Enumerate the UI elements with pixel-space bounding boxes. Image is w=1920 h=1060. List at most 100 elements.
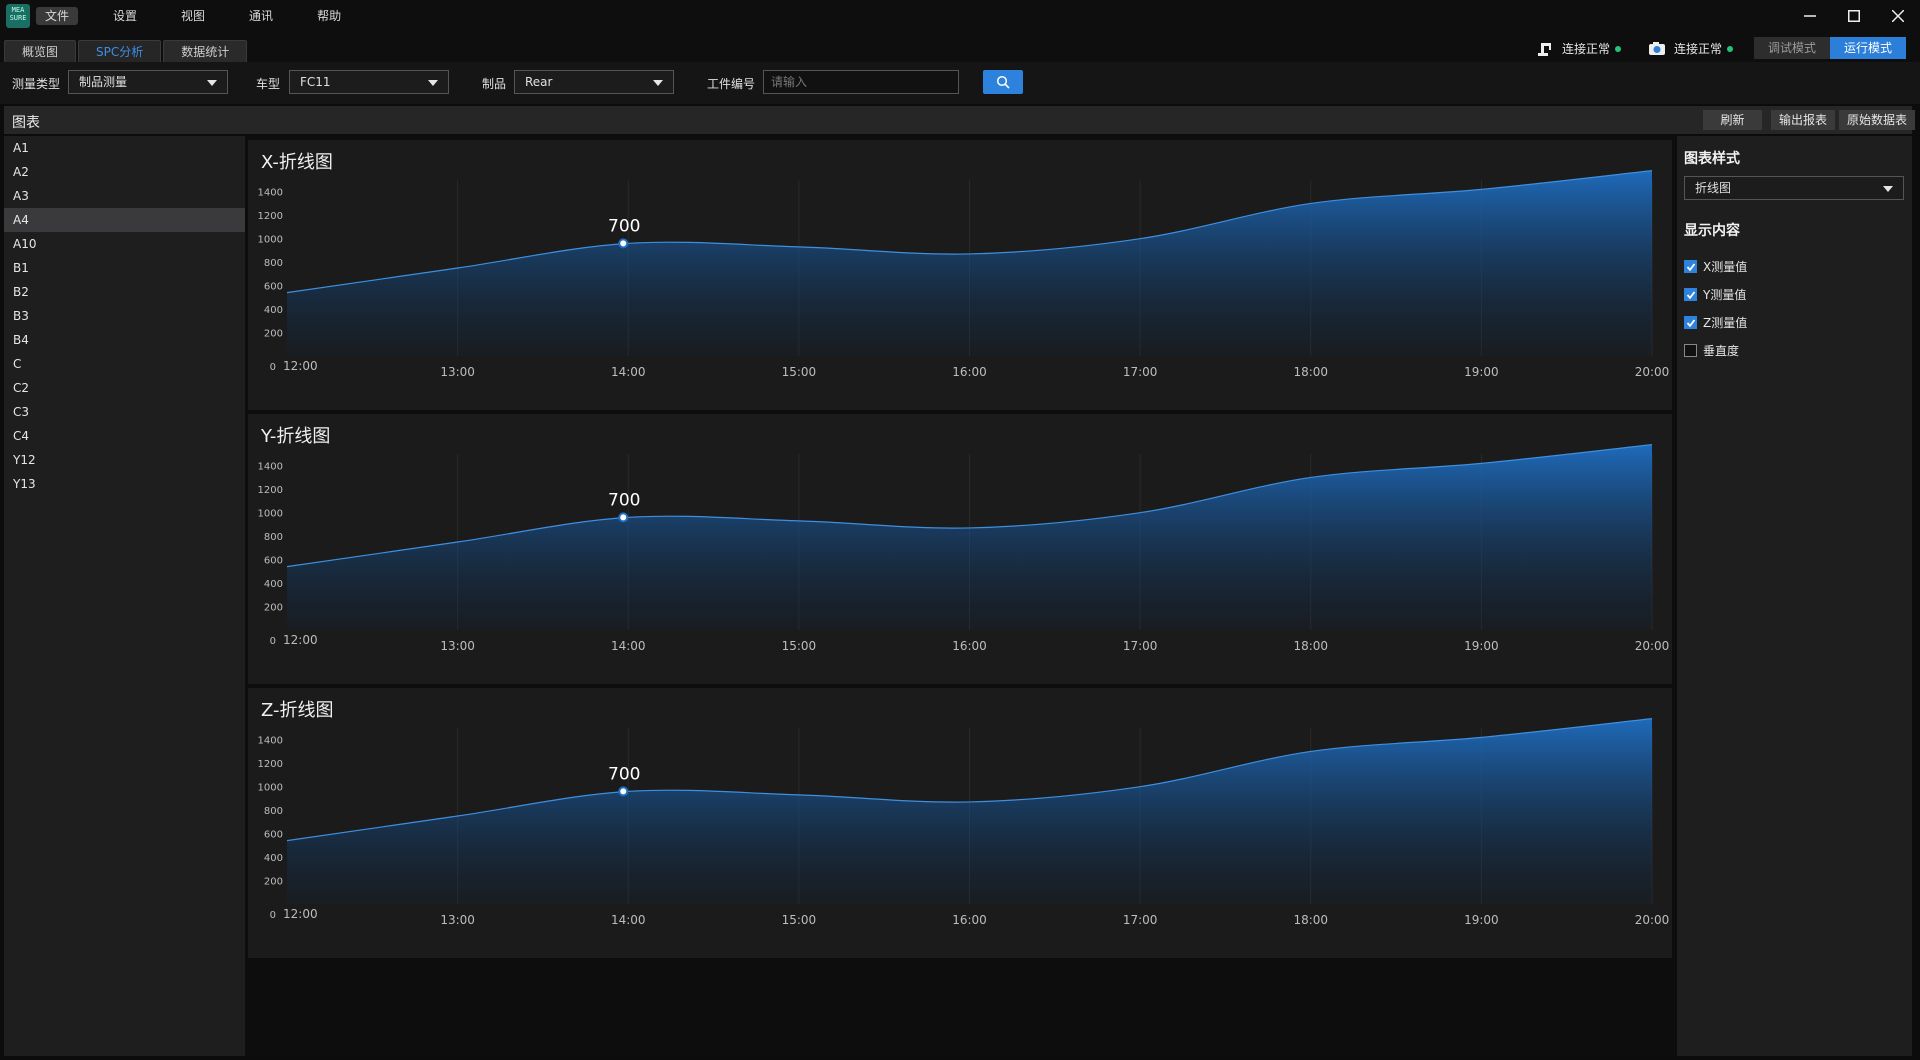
x-tick-label: 13:00 — [440, 913, 475, 927]
y-tick-label: 0 — [270, 362, 276, 373]
measure-type-select[interactable]: 制品测量 — [68, 70, 228, 94]
tab-overview[interactable]: 概览图 — [4, 40, 77, 62]
y-tick-label: 400 — [264, 853, 283, 864]
y-line-chart: 0 200 400 600 800 1000 1200 1400 12:00 13:00 14:00… — [258, 444, 1669, 653]
x-tick-label: 19:00 — [1464, 913, 1499, 927]
sidebar-item-b1[interactable]: B1 — [4, 256, 245, 280]
main-tabs: 概览图 SPC分析 数据统计 — [4, 40, 249, 62]
highlight-label: 700 — [608, 490, 640, 510]
sidebar-item-c[interactable]: C — [4, 352, 245, 376]
mode-switch: 调试模式 运行模式 — [1753, 37, 1906, 59]
checkbox-row[interactable]: 垂直度 — [1684, 342, 1739, 359]
minimize-icon[interactable] — [1788, 0, 1832, 32]
x-tick-label: 20:00 — [1635, 913, 1670, 927]
y-tick-label: 1400 — [258, 188, 283, 199]
menu-file[interactable]: 文件 — [36, 7, 79, 25]
chart-style-select[interactable]: 折线图 — [1684, 176, 1904, 200]
highlight-point[interactable] — [618, 238, 629, 249]
sidebar-item-b2[interactable]: B2 — [4, 280, 245, 304]
menu-comm[interactable]: 通讯 — [240, 7, 282, 25]
y-tick-label: 800 — [264, 258, 283, 269]
sidebar-item-y12[interactable]: Y12 — [4, 448, 245, 472]
sidebar-item-b3[interactable]: B3 — [4, 304, 245, 328]
search-icon — [996, 75, 1010, 89]
sidebar-item-c4[interactable]: C4 — [4, 424, 245, 448]
refresh-button[interactable]: 刷新 — [1703, 110, 1762, 130]
camera-status-label: 连接正常 — [1674, 42, 1723, 56]
chart-card-y: 0 200 400 600 800 1000 1200 1400 12:00 13:00 14:00… — [248, 414, 1672, 684]
measure-type-label: 测量类型 — [12, 77, 61, 91]
sidebar-item-c3[interactable]: C3 — [4, 400, 245, 424]
highlight-point[interactable] — [618, 786, 629, 797]
checkbox-checked-icon[interactable] — [1684, 260, 1697, 273]
menu-view[interactable]: 视图 — [172, 7, 214, 25]
sidebar-item-a3[interactable]: A3 — [4, 184, 245, 208]
checkbox-checked-icon[interactable] — [1684, 316, 1697, 329]
raw-data-button[interactable]: 原始数据表 — [1839, 110, 1916, 130]
checkbox-checked-icon[interactable] — [1684, 288, 1697, 301]
tab-spc[interactable]: SPC分析 — [78, 40, 162, 62]
y-tick-label: 200 — [264, 329, 283, 340]
search-button[interactable] — [983, 70, 1023, 94]
chart-style-value: 折线图 — [1695, 181, 1732, 195]
highlight-point[interactable] — [618, 512, 629, 523]
z-line-chart: 0 200 400 600 800 1000 1200 1400 12:00 13:00 14:00… — [258, 718, 1670, 927]
y-tick-label: 600 — [264, 830, 283, 841]
product-select[interactable]: Rear — [514, 70, 674, 94]
x-tick-label: 16:00 — [952, 365, 987, 379]
sidebar-item-a2[interactable]: A2 — [4, 160, 245, 184]
x-tick-label: 15:00 — [782, 639, 817, 653]
x-tick-label: 16:00 — [952, 913, 987, 927]
panel-header: 图表 — [4, 106, 1912, 134]
checkbox-row[interactable]: Y测量值 — [1684, 286, 1746, 303]
car-select[interactable]: FC11 — [289, 70, 449, 94]
y-tick-label: 1000 — [258, 509, 283, 520]
workpiece-input[interactable]: 请输入 — [763, 70, 959, 94]
x-tick-label: 15:00 — [782, 365, 817, 379]
maximize-icon[interactable] — [1832, 0, 1876, 32]
y-tick-label: 1000 — [258, 783, 283, 794]
highlight-label: 700 — [608, 764, 640, 784]
sidebar-item-c2[interactable]: C2 — [4, 376, 245, 400]
x-tick-label: 14:00 — [611, 913, 646, 927]
x-line-chart: 0 200 400 600 800 1000 1200 1400 12:00 13:00 14:00… — [258, 170, 1669, 379]
checkbox-row[interactable]: X测量值 — [1684, 258, 1747, 275]
checkbox-unchecked-icon[interactable] — [1684, 344, 1697, 357]
x-tick-label: 18:00 — [1293, 913, 1328, 927]
car-label: 车型 — [256, 77, 281, 91]
robot-status-label: 连接正常 — [1562, 42, 1611, 56]
sidebar-item-y13[interactable]: Y13 — [4, 472, 245, 496]
sidebar-item-a10[interactable]: A10 — [4, 232, 245, 256]
debug-mode-button[interactable]: 调试模式 — [1753, 37, 1830, 59]
y-tick-label: 800 — [264, 806, 283, 817]
sidebar-item-a1[interactable]: A1 — [4, 136, 245, 160]
x-tick-label: 19:00 — [1464, 365, 1499, 379]
y-tick-label: 1400 — [258, 736, 283, 747]
sidebar-item-a4[interactable]: A4 — [4, 208, 245, 232]
checkbox-row[interactable]: Z测量值 — [1684, 314, 1747, 331]
close-icon[interactable] — [1876, 0, 1920, 32]
tab-stats[interactable]: 数据统计 — [163, 40, 248, 62]
app-logo: MEA SURE — [6, 4, 30, 28]
x-tick-label: 12:00 — [283, 633, 318, 647]
display-content-title: 显示内容 — [1684, 223, 1740, 239]
menu-settings[interactable]: 设置 — [104, 7, 146, 25]
camera-icon — [1649, 41, 1665, 55]
x-tick-label: 13:00 — [440, 639, 475, 653]
x-tick-label: 17:00 — [1123, 913, 1158, 927]
x-tick-label: 14:00 — [611, 639, 646, 653]
window-controls — [1788, 0, 1920, 32]
export-report-button[interactable]: 输出报表 — [1771, 110, 1836, 130]
sidebar-item-b4[interactable]: B4 — [4, 328, 245, 352]
y-tick-label: 600 — [264, 282, 283, 293]
run-mode-button[interactable]: 运行模式 — [1829, 37, 1906, 59]
x-tick-label: 17:00 — [1123, 365, 1158, 379]
chart-card-x: 0 200 400 600 800 1000 1200 1400 12:00 13:00 14:00… — [248, 140, 1672, 410]
x-tick-label: 16:00 — [952, 639, 987, 653]
x-tick-label: 19:00 — [1464, 639, 1499, 653]
x-tick-label: 12:00 — [283, 907, 318, 921]
y-tick-label: 800 — [264, 532, 283, 543]
x-tick-label: 15:00 — [782, 913, 817, 927]
menu-help[interactable]: 帮助 — [308, 7, 350, 25]
measure-type-value: 制品测量 — [79, 75, 128, 89]
